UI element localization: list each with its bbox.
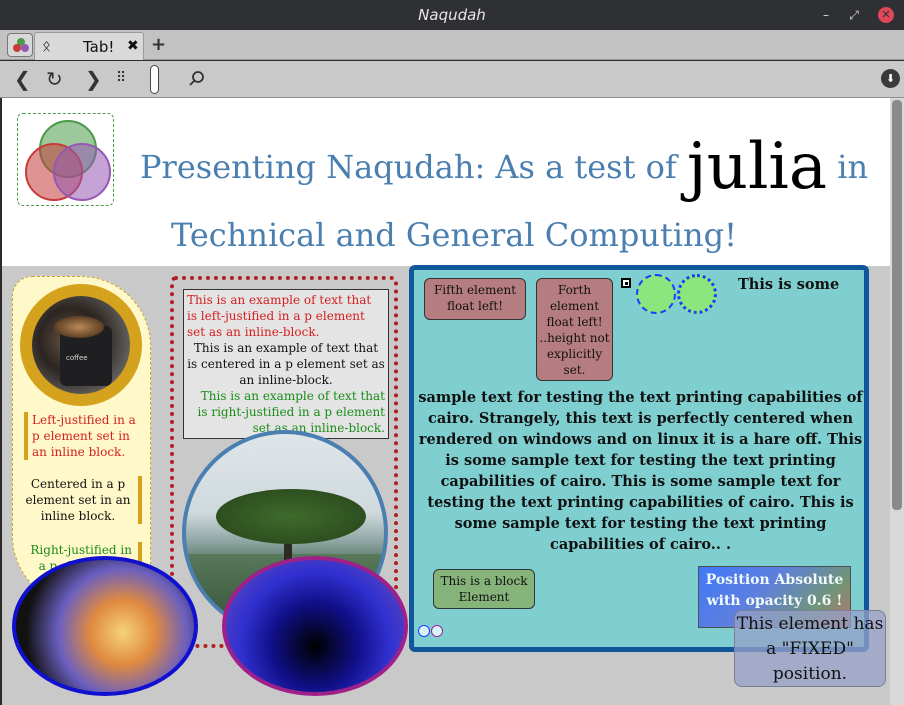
block-element: This is a block Element [433, 569, 535, 609]
black-center-text: This is an example of text that is cente… [187, 341, 385, 387]
coffee-photo-frame: coffee [20, 284, 142, 406]
back-button[interactable]: ❮ [14, 67, 31, 91]
tab-close-icon[interactable]: ✖ [127, 38, 139, 54]
centered-paragraph: Centered in a p element set in an inline… [24, 476, 142, 524]
url-input[interactable] [150, 65, 159, 94]
close-icon[interactable]: ✕ [878, 7, 894, 23]
heading-suffix: in [827, 148, 869, 186]
window-titlebar: Naqudah – ⤢ ✕ [0, 0, 904, 30]
justification-textbox: This is an example of text that is left-… [183, 289, 389, 439]
red-left-text: This is an example of text that is left-… [187, 293, 372, 339]
julia-circles-icon [25, 120, 111, 201]
page-title: Presenting Naqudah: As a test of julia i… [140, 120, 890, 204]
green-right-text: This is an example of text that is right… [197, 389, 385, 435]
left-justified-paragraph: Left-justified in a p element set in an … [24, 412, 142, 460]
bold-text-top: This is some [738, 276, 840, 293]
right-panel: Fifth element float left! Forth element … [409, 265, 869, 652]
window-title: Naqudah [418, 6, 486, 24]
fixed-position-element: This element has a "FIXED" position. [734, 610, 886, 687]
navigation-bar: ❮ ↻ ❯ ⠿ ⬇ [0, 61, 904, 98]
page-subtitle: Technical and General Computing! [171, 216, 737, 254]
tab-bar: ᛟ Tab! ✖ + [0, 30, 904, 60]
new-tab-button[interactable]: + [151, 34, 166, 55]
vertical-scrollbar[interactable] [890, 98, 904, 705]
page-header: Presenting Naqudah: As a test of julia i… [2, 98, 890, 266]
julia-stickman-icon: ᛟ [42, 37, 52, 55]
gradient-circle-right [222, 556, 408, 696]
gradient-circle-left [12, 556, 198, 696]
forward-button[interactable]: ❯ [85, 67, 102, 91]
scrollbar-thumb[interactable] [892, 100, 902, 510]
download-icon[interactable]: ⬇ [881, 69, 900, 88]
green-dotted-circle [677, 274, 717, 314]
search-icon[interactable] [188, 68, 206, 92]
tiny-purple-circle [431, 625, 443, 637]
coffee-photo: coffee [32, 296, 130, 394]
julia-logo [17, 113, 114, 206]
app-menu-button[interactable] [7, 33, 33, 57]
heading-prefix: Presenting Naqudah: As a test of [140, 148, 687, 186]
apps-grid-icon[interactable]: ⠿ [116, 70, 126, 86]
small-square-icon [621, 278, 631, 288]
mug-text: coffee [66, 354, 88, 362]
heading-julia: julia [686, 130, 828, 204]
maximize-icon[interactable]: ⤢ [846, 7, 862, 23]
bold-text-main: sample text for testing the text printin… [418, 389, 863, 553]
reload-button[interactable]: ↻ [46, 67, 63, 91]
fifth-element-box: Fifth element float left! [424, 278, 526, 320]
forth-element-box: Forth element float left! ..height not e… [536, 278, 613, 381]
coffee-surface [54, 316, 104, 338]
tree-canopy-shape [216, 489, 366, 544]
tab-main[interactable]: ᛟ Tab! ✖ [34, 32, 144, 60]
julia-logo-icon [13, 38, 29, 52]
tiny-blue-circle [418, 625, 430, 637]
minimize-icon[interactable]: – [818, 7, 834, 23]
green-dashed-circle [636, 274, 676, 314]
tab-label: Tab! [83, 38, 115, 56]
left-column: coffee Left-justified in a p element set… [12, 276, 151, 606]
